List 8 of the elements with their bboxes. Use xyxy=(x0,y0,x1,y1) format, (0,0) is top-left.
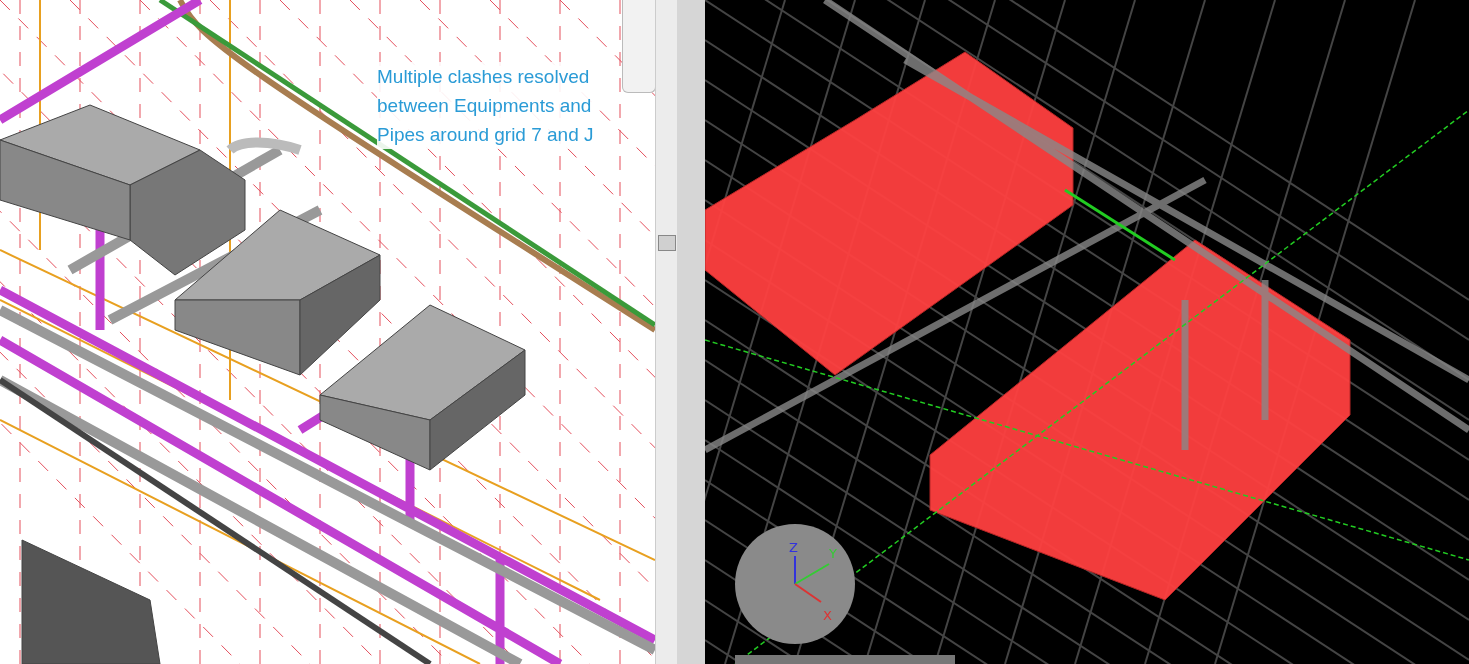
axis-label: X xyxy=(823,608,832,623)
annotation-note: Multiple clashes resolved between Equipments and Pipes around grid 7 and J xyxy=(377,62,594,149)
axis-label: Y xyxy=(829,546,837,561)
scroll-thumb[interactable] xyxy=(658,235,676,251)
view-cube-disc[interactable] xyxy=(735,524,855,644)
navigation-bar[interactable] xyxy=(622,0,655,93)
scrollbar[interactable] xyxy=(655,0,677,664)
axis-label: Z xyxy=(789,540,798,555)
